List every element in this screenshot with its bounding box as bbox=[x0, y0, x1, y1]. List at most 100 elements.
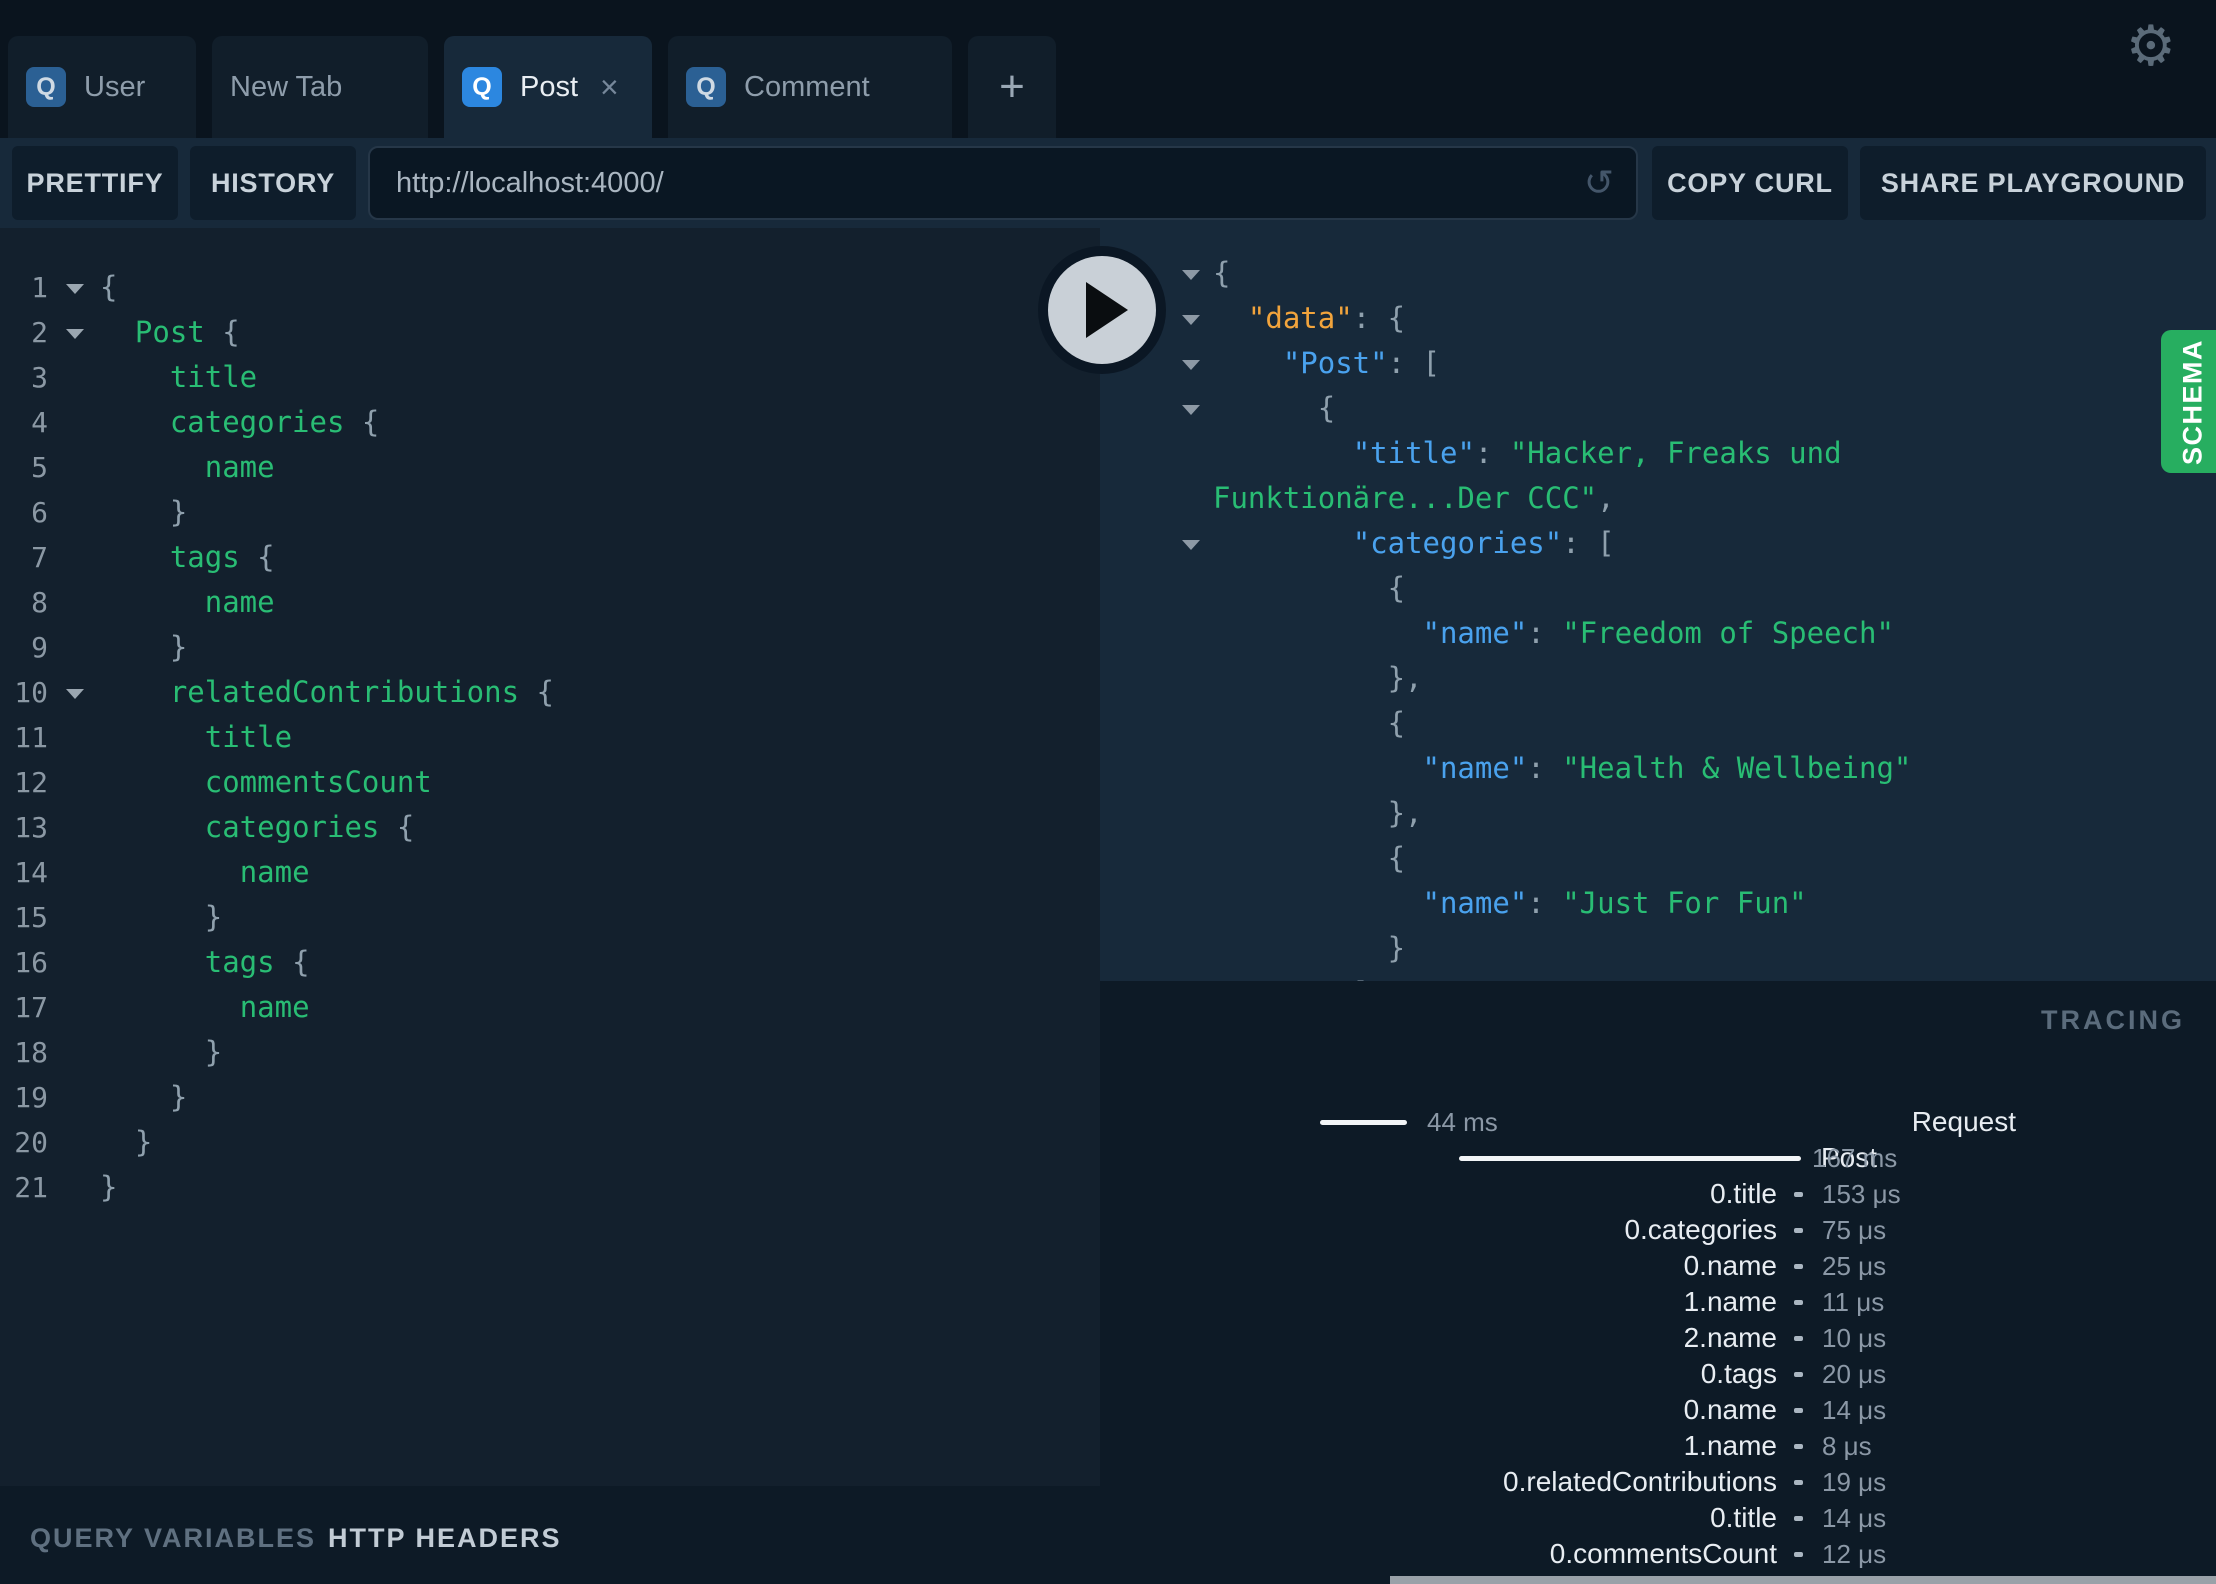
query-line[interactable]: 8 name bbox=[0, 580, 1100, 625]
response-line: Funktionäre...Der CCC", bbox=[1213, 481, 1615, 515]
query-line[interactable]: 20 } bbox=[0, 1120, 1100, 1165]
response-line: "Post": [ bbox=[1100, 341, 2216, 386]
response-line: } bbox=[1213, 931, 1406, 965]
tracing-panel: TRACING Request 44 ms Post 167 ms 0.title 153… bbox=[1100, 981, 2216, 1584]
fold-arrow-icon[interactable] bbox=[1182, 315, 1200, 325]
query-line[interactable]: 13 categories { bbox=[0, 805, 1100, 850]
line-number: 18 bbox=[14, 1036, 48, 1069]
horizontal-scrollbar[interactable] bbox=[1390, 1576, 2216, 1584]
query-line[interactable]: 3 title bbox=[0, 355, 1100, 400]
trace-tick bbox=[1794, 1300, 1803, 1305]
response-line: { bbox=[1213, 841, 1406, 875]
tab-post[interactable]: Q Post × bbox=[444, 36, 652, 138]
query-line[interactable]: 16 tags { bbox=[0, 940, 1100, 985]
trace-time: 8 μs bbox=[1822, 1431, 1872, 1461]
line-number: 12 bbox=[14, 766, 48, 799]
trace-tick bbox=[1794, 1228, 1803, 1233]
tab-label: User bbox=[84, 70, 146, 103]
line-number: 3 bbox=[31, 361, 48, 394]
tracing-title[interactable]: TRACING bbox=[2041, 1005, 2185, 1036]
query-line[interactable]: 21} bbox=[0, 1165, 1100, 1210]
trace-row: 0.name 14 μs bbox=[1100, 1392, 2216, 1428]
line-number: 2 bbox=[31, 316, 48, 349]
tab-user[interactable]: Q User bbox=[8, 36, 196, 138]
trace-label: 1.name bbox=[1683, 1430, 1777, 1461]
response-viewer: { "data": { "Post": [ { "title": "Hacker… bbox=[1100, 228, 2216, 981]
query-line[interactable]: 11 title bbox=[0, 715, 1100, 760]
schema-tab[interactable]: SCHEMA bbox=[2161, 330, 2216, 473]
settings-gear-icon[interactable]: ⚙ bbox=[2126, 18, 2176, 74]
trace-row: 2.name 10 μs bbox=[1100, 1320, 2216, 1356]
trace-row: 0.title 153 μs bbox=[1100, 1176, 2216, 1212]
query-editor[interactable]: 1{2 Post {3 title 4 categories {5 name 6 }… bbox=[0, 228, 1100, 1486]
history-button[interactable]: HISTORY bbox=[190, 146, 356, 220]
trace-time: 75 μs bbox=[1822, 1215, 1887, 1245]
endpoint-url-input[interactable]: http://localhost:4000/ ↺ bbox=[368, 146, 1638, 220]
response-line: ] bbox=[1100, 971, 2216, 981]
query-line[interactable]: 1{ bbox=[0, 265, 1100, 310]
query-line[interactable]: 17 name bbox=[0, 985, 1100, 1030]
trace-label: 0.title bbox=[1710, 1502, 1777, 1533]
line-number: 16 bbox=[14, 946, 48, 979]
http-headers-tab[interactable]: HTTP HEADERS bbox=[328, 1523, 562, 1554]
query-line[interactable]: 14 name bbox=[0, 850, 1100, 895]
query-line[interactable]: 15 } bbox=[0, 895, 1100, 940]
trace-tick bbox=[1794, 1264, 1803, 1269]
response-line: { bbox=[1100, 386, 2216, 431]
query-line[interactable]: 2 Post { bbox=[0, 310, 1100, 355]
line-number: 19 bbox=[14, 1081, 48, 1114]
trace-row: 0.relatedContributions 19 μs bbox=[1100, 1464, 2216, 1500]
query-variables-tab[interactable]: QUERY VARIABLES bbox=[30, 1523, 316, 1554]
response-line: "name": "Just For Fun" bbox=[1422, 886, 1807, 920]
fold-arrow-icon[interactable] bbox=[66, 284, 84, 294]
fold-arrow-icon[interactable] bbox=[1182, 540, 1200, 550]
trace-time: 153 μs bbox=[1822, 1179, 1901, 1209]
query-line[interactable]: 5 name bbox=[0, 445, 1100, 490]
line-number: 15 bbox=[14, 901, 48, 934]
tab-new-tab[interactable]: New Tab bbox=[212, 36, 428, 138]
trace-row: Post 167 ms bbox=[1100, 1140, 2216, 1176]
trace-row: 0.commentsCount 12 μs bbox=[1100, 1536, 2216, 1572]
share-playground-button[interactable]: SHARE PLAYGROUND bbox=[1860, 146, 2206, 220]
response-line: "name": "Freedom of Speech" bbox=[1422, 616, 1894, 650]
close-tab-icon[interactable]: × bbox=[600, 71, 619, 103]
execute-query-button[interactable] bbox=[1038, 246, 1166, 374]
line-number: 13 bbox=[14, 811, 48, 844]
query-line[interactable]: 6 } bbox=[0, 490, 1100, 535]
query-type-badge: Q bbox=[686, 67, 726, 107]
trace-label: 2.name bbox=[1683, 1322, 1777, 1353]
response-line: { bbox=[1213, 571, 1406, 605]
schema-tab-label: SCHEMA bbox=[2177, 338, 2208, 465]
trace-time: 25 μs bbox=[1822, 1251, 1887, 1281]
new-tab-button[interactable]: + bbox=[968, 36, 1056, 138]
trace-row: 0.name 25 μs bbox=[1100, 1248, 2216, 1284]
reload-schema-icon[interactable]: ↺ bbox=[1584, 165, 1614, 201]
fold-arrow-icon[interactable] bbox=[1182, 360, 1200, 370]
query-line[interactable]: 12 commentsCount bbox=[0, 760, 1100, 805]
copy-curl-button[interactable]: COPY CURL bbox=[1652, 146, 1848, 220]
query-line[interactable]: 4 categories { bbox=[0, 400, 1100, 445]
fold-arrow-icon[interactable] bbox=[1182, 405, 1200, 415]
query-line[interactable]: 19 } bbox=[0, 1075, 1100, 1120]
fold-arrow-icon[interactable] bbox=[66, 689, 84, 699]
query-line[interactable]: 9 } bbox=[0, 625, 1100, 670]
query-line[interactable]: 7 tags { bbox=[0, 535, 1100, 580]
line-number: 9 bbox=[31, 631, 48, 664]
response-line: }, bbox=[1213, 661, 1423, 695]
trace-row: 0.categories 75 μs bbox=[1100, 1212, 2216, 1248]
fold-arrow-icon[interactable] bbox=[1182, 270, 1200, 280]
trace-label: 0.tags bbox=[1700, 1358, 1777, 1389]
trace-duration-bar bbox=[1459, 1156, 1801, 1161]
line-number: 14 bbox=[14, 856, 48, 889]
endpoint-url-value: http://localhost:4000/ bbox=[396, 166, 664, 199]
query-line[interactable]: 10 relatedContributions { bbox=[0, 670, 1100, 715]
line-number: 21 bbox=[14, 1171, 48, 1204]
response-line: }, bbox=[1213, 796, 1423, 830]
response-line: { bbox=[1100, 251, 2216, 296]
prettify-button[interactable]: PRETTIFY bbox=[12, 146, 178, 220]
fold-arrow-icon[interactable] bbox=[66, 329, 84, 339]
trace-tick bbox=[1794, 1444, 1803, 1449]
line-number: 1 bbox=[31, 271, 48, 304]
query-line[interactable]: 18 } bbox=[0, 1030, 1100, 1075]
tab-comment[interactable]: Q Comment bbox=[668, 36, 952, 138]
